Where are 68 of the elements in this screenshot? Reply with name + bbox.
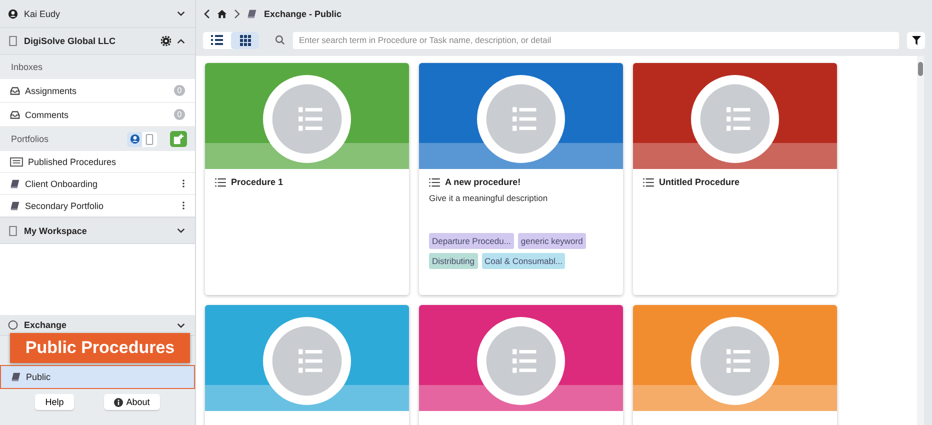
- books-icon: [10, 200, 20, 210]
- about-button[interactable]: About: [104, 394, 160, 410]
- procedure-card[interactable]: Procedure 1: [205, 63, 409, 295]
- list-icon: [211, 35, 223, 45]
- numbered-list-icon: [263, 75, 351, 163]
- search-icon: [275, 35, 285, 45]
- callout-label: Public Procedures: [10, 333, 190, 363]
- portfolio-item[interactable]: Secondary Portfolio: [0, 195, 195, 217]
- card-title: A new procedure!: [445, 177, 521, 187]
- building-icon: [8, 36, 18, 46]
- info-icon: [114, 398, 124, 406]
- grid-view-button[interactable]: [231, 32, 259, 48]
- tag[interactable]: generic keyword: [518, 233, 586, 249]
- section-title: Inboxes: [11, 62, 43, 72]
- section-title: Portfolios: [11, 134, 50, 144]
- more-icon[interactable]: [182, 201, 185, 210]
- count-badge: 0: [174, 85, 185, 96]
- numbered-list-icon: [429, 178, 440, 186]
- globe-icon: [8, 320, 18, 330]
- scrollbar[interactable]: [917, 56, 924, 425]
- more-icon[interactable]: [182, 179, 185, 188]
- help-button[interactable]: Help: [35, 394, 74, 410]
- numbered-list-icon: [643, 178, 654, 186]
- filter-icon: [912, 36, 920, 44]
- page-title: Exchange - Public: [264, 9, 342, 19]
- numbered-list-icon: [691, 317, 779, 405]
- filter-button[interactable]: [907, 32, 925, 48]
- inbox-icon: [10, 110, 20, 120]
- chevron-up-icon[interactable]: [177, 38, 185, 44]
- settings-icon[interactable]: [161, 36, 171, 46]
- back-icon[interactable]: [204, 9, 210, 19]
- books-icon: [10, 178, 20, 188]
- inbox-item[interactable]: Comments 0: [0, 103, 195, 127]
- portfolio-item[interactable]: Client Onboarding: [0, 173, 195, 195]
- organization-name: DigiSolve Global LLC: [24, 36, 117, 46]
- numbered-list-icon: [691, 75, 779, 163]
- portfolio-item[interactable]: Published Procedures: [0, 151, 195, 173]
- numbered-list-icon: [263, 317, 351, 405]
- count-badge: 0: [174, 109, 185, 120]
- procedure-card[interactable]: A new procedure! Give it a meaningful description Departure Procedu... generic keyword Distributing Coal & Consumabl...: [419, 63, 623, 295]
- chevron-down-icon: [177, 11, 185, 16]
- user-name: Kai Eudy: [24, 8, 62, 18]
- card-title: Untitled Procedure: [659, 177, 740, 187]
- building-icon: [8, 226, 18, 236]
- inbox-item[interactable]: Assignments 0: [0, 79, 195, 103]
- tag[interactable]: Distributing: [429, 253, 478, 269]
- exchange-item[interactable]: Public: [0, 365, 195, 389]
- workspace-header[interactable]: My Workspace: [0, 217, 195, 244]
- numbered-list-icon: [215, 178, 226, 186]
- chevron-down-icon: [177, 322, 185, 328]
- numbered-list-icon: [477, 317, 565, 405]
- device-filter-button[interactable]: [142, 132, 157, 146]
- inbox-icon: [10, 86, 20, 96]
- tag[interactable]: Departure Procedu...: [429, 233, 514, 249]
- books-icon: [11, 372, 21, 382]
- list-window-icon: [10, 156, 23, 166]
- home-icon[interactable]: [217, 9, 227, 19]
- chevron-right-icon: [234, 9, 240, 19]
- numbered-list-icon: [477, 75, 565, 163]
- card-title: Procedure 1: [231, 177, 284, 187]
- card-description: Give it a meaningful description: [429, 193, 549, 203]
- procedure-card[interactable]: Untitled Procedure: [633, 63, 837, 295]
- add-portfolio-button[interactable]: [170, 131, 187, 147]
- grid-icon: [240, 34, 250, 46]
- user-icon: [8, 8, 18, 18]
- books-icon: [247, 9, 257, 19]
- tag[interactable]: Coal & Consumabl...: [482, 253, 566, 269]
- user-filter-button[interactable]: [127, 132, 142, 146]
